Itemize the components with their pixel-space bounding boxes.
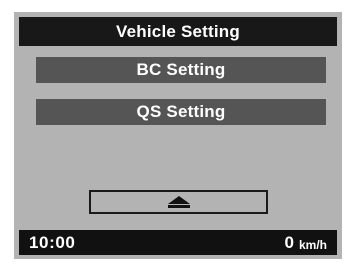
status-bar: 10:00 0 km/h <box>19 230 337 255</box>
menu-item-label: BC Setting <box>136 60 226 79</box>
speedometer: 0 km/h <box>285 230 327 255</box>
scroll-up-button[interactable] <box>89 190 268 214</box>
menu-item-qs-setting[interactable]: QS Setting <box>36 99 326 125</box>
menu-item-label: QS Setting <box>136 102 226 121</box>
page-title-label: Vehicle Setting <box>116 21 240 41</box>
up-triangle-icon <box>166 196 192 208</box>
display-screen: Vehicle Setting BC Setting QS Setting 10… <box>14 12 342 259</box>
speed-value: 0 <box>284 232 294 252</box>
page-title: Vehicle Setting <box>19 17 337 46</box>
menu-item-bc-setting[interactable]: BC Setting <box>36 57 326 83</box>
speed-unit: km/h <box>298 237 327 252</box>
clock: 10:00 <box>29 233 76 252</box>
